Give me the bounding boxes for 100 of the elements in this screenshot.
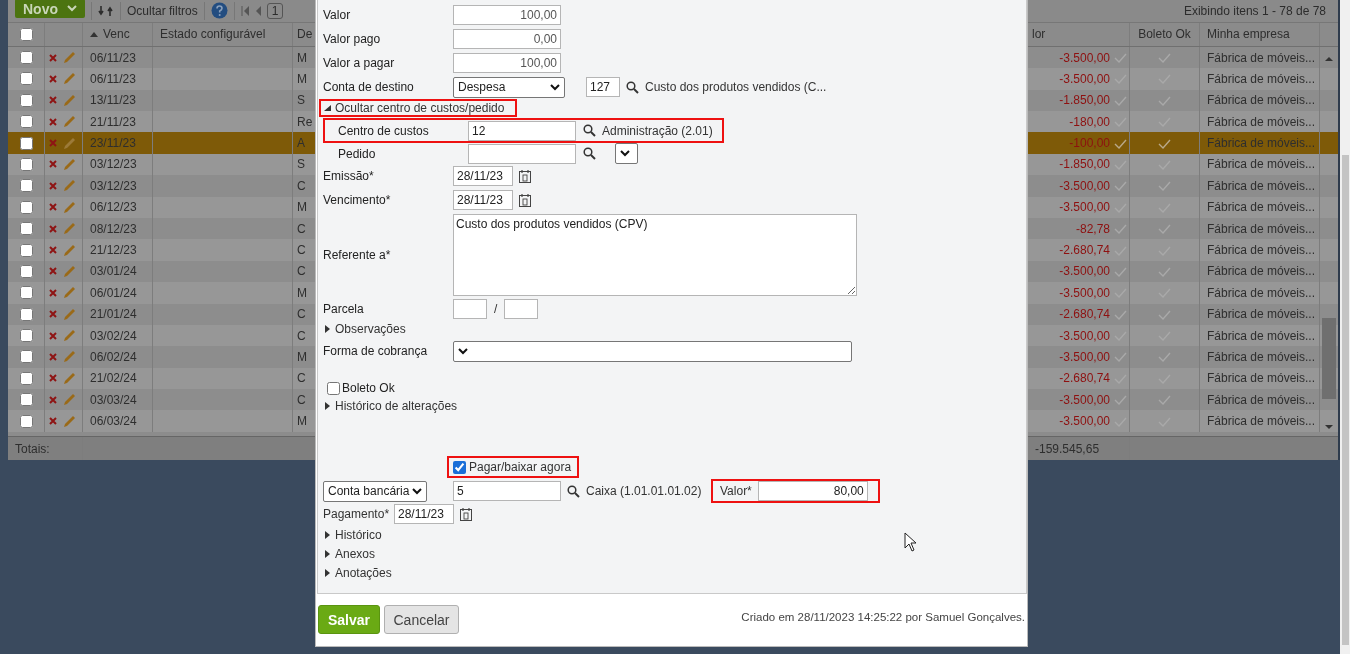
- dropdown[interactable]: Despesa: [453, 76, 565, 98]
- input-field[interactable]: [504, 299, 539, 319]
- expander-toggle[interactable]: Anexos: [323, 544, 1026, 563]
- delete-icon[interactable]: [49, 96, 57, 105]
- check-icon: [1158, 137, 1171, 149]
- delete-icon[interactable]: [49, 74, 57, 83]
- input-field[interactable]: [468, 143, 576, 164]
- checkbox[interactable]: [19, 264, 33, 278]
- delete-icon[interactable]: [49, 117, 57, 126]
- checkbox[interactable]: [327, 381, 340, 395]
- checkbox[interactable]: [19, 93, 33, 107]
- delete-icon[interactable]: [49, 352, 57, 361]
- delete-icon[interactable]: [49, 246, 57, 254]
- input-field[interactable]: [453, 299, 487, 319]
- checkbox[interactable]: [19, 136, 33, 150]
- search-icon[interactable]: [583, 147, 596, 160]
- checkbox[interactable]: [19, 72, 33, 86]
- filter-button[interactable]: Ocultar filtros: [127, 3, 198, 18]
- delete-icon[interactable]: [49, 374, 57, 383]
- dropdown[interactable]: [615, 143, 638, 164]
- table-cell: Fábrica de móveis...: [1200, 196, 1320, 218]
- table-cell: -3.500,00: [1059, 200, 1110, 215]
- checkbox[interactable]: [19, 307, 33, 321]
- field-label: Valor: [323, 8, 352, 22]
- checkbox[interactable]: [19, 200, 33, 214]
- field-label: Parcela: [323, 302, 365, 316]
- checkbox[interactable]: [19, 286, 33, 300]
- table-cell: -3.500,00: [1059, 71, 1110, 86]
- delete-icon[interactable]: [49, 53, 57, 62]
- column-header[interactable]: De: [297, 27, 313, 42]
- delete-icon[interactable]: [49, 417, 57, 426]
- column-header[interactable]: Boleto Ok: [1138, 27, 1191, 42]
- text-area[interactable]: Custo dos produtos vendidos (CPV): [453, 214, 857, 296]
- input-field[interactable]: 28/11/23: [453, 166, 513, 186]
- checkbox[interactable]: [19, 371, 33, 385]
- check-icon: [1158, 180, 1171, 192]
- field-label: Valor a pagar: [323, 56, 396, 70]
- first-page-icon[interactable]: [240, 5, 249, 16]
- checkbox[interactable]: [19, 243, 33, 257]
- checkbox[interactable]: [19, 179, 33, 193]
- input-field[interactable]: 28/11/23: [394, 503, 454, 524]
- expander-toggle[interactable]: Histórico: [323, 525, 1026, 544]
- expander-toggle[interactable]: Observações: [323, 320, 1026, 338]
- table-cell: 21/12/23: [83, 239, 153, 261]
- checkbox[interactable]: [19, 157, 33, 171]
- checkbox[interactable]: [19, 51, 33, 64]
- cancel-button[interactable]: Cancelar: [384, 605, 459, 634]
- search-icon[interactable]: [583, 124, 596, 137]
- delete-icon[interactable]: [49, 267, 57, 276]
- input-field[interactable]: 0,00: [453, 29, 561, 49]
- previous-page-icon[interactable]: [254, 5, 261, 16]
- input-field[interactable]: 100,00: [453, 5, 561, 25]
- page-field[interactable]: 1: [266, 2, 284, 19]
- delete-icon[interactable]: [49, 203, 57, 212]
- checkbox[interactable]: [19, 115, 33, 129]
- column-header[interactable]: Minha empresa: [1207, 27, 1290, 42]
- checkbox[interactable]: [19, 222, 33, 236]
- new-button[interactable]: Novo: [15, 0, 85, 19]
- input-field[interactable]: 28/11/23: [453, 190, 513, 210]
- column-header[interactable]: Venc: [103, 27, 130, 42]
- expander-toggle[interactable]: Histórico de alterações: [323, 397, 1026, 415]
- toggle-link[interactable]: Ocultar centro de custos/pedido: [319, 99, 517, 117]
- table-cell: 23/11/23: [83, 132, 153, 154]
- column-header[interactable]: lor: [1032, 27, 1046, 42]
- delete-icon[interactable]: [49, 181, 57, 190]
- check-icon: [1158, 394, 1171, 406]
- table-cell: 06/02/24: [83, 346, 153, 368]
- checkbox[interactable]: [19, 414, 33, 428]
- items-count: Exibindo itens 1 - 78 de 78: [1183, 3, 1326, 18]
- input-field[interactable]: 12: [468, 120, 576, 141]
- delete-icon[interactable]: [49, 331, 57, 340]
- input-field[interactable]: 100,00: [453, 53, 561, 73]
- help-icon[interactable]: [210, 2, 228, 20]
- dropdown[interactable]: Conta bancária: [323, 480, 427, 502]
- checkbox[interactable]: [453, 460, 466, 474]
- table-cell: 21/01/24: [83, 303, 153, 325]
- input-field[interactable]: 127: [586, 77, 620, 97]
- expander-toggle[interactable]: Anotações: [323, 563, 1026, 582]
- search-icon[interactable]: [626, 80, 639, 94]
- scrollbar[interactable]: [1340, 0, 1350, 654]
- checkbox[interactable]: [19, 27, 33, 41]
- column-header[interactable]: Estado configurável: [160, 27, 266, 42]
- checkbox-label[interactable]: Pagar/baixar agora: [469, 460, 572, 474]
- calendar-icon[interactable]: [519, 169, 531, 183]
- delete-icon[interactable]: [49, 224, 57, 233]
- input-field[interactable]: 5: [453, 481, 561, 501]
- input-field[interactable]: 80,00: [757, 481, 868, 501]
- checkbox[interactable]: [19, 350, 33, 364]
- delete-icon[interactable]: [49, 160, 57, 169]
- delete-icon[interactable]: [49, 288, 57, 297]
- calendar-icon[interactable]: [460, 506, 472, 521]
- table-cell: -2.680,74: [1059, 371, 1110, 386]
- table-cell: 06/01/24: [83, 282, 153, 304]
- delete-icon[interactable]: [49, 310, 57, 319]
- checkbox-label[interactable]: Boleto Ok: [342, 381, 395, 395]
- search-icon[interactable]: [567, 484, 580, 498]
- checkbox[interactable]: [19, 329, 33, 343]
- checkbox[interactable]: [19, 393, 33, 407]
- calendar-icon[interactable]: [519, 193, 531, 207]
- delete-icon[interactable]: [49, 395, 57, 404]
